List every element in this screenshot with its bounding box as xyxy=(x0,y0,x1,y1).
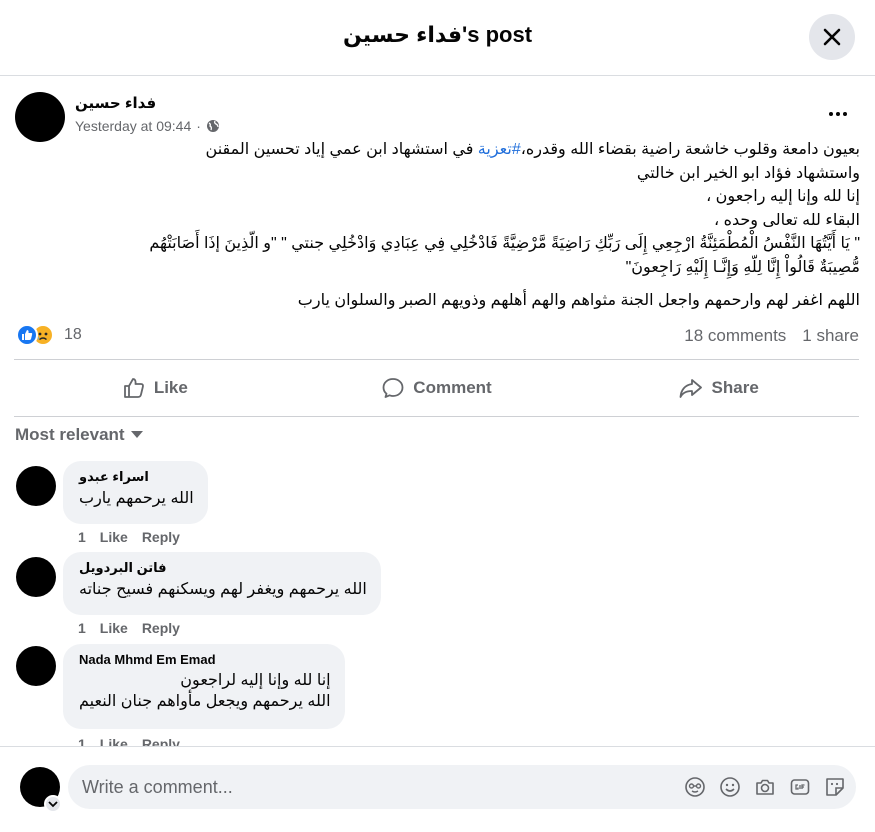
commenter-avatar[interactable] xyxy=(16,557,56,597)
comment-reply-button[interactable]: Reply xyxy=(142,736,180,746)
like-button[interactable]: Like xyxy=(14,360,296,416)
commenter-avatar[interactable] xyxy=(16,646,56,686)
post-line-6: مُّصِيبَةٌ قَالُواْ إِنَّا لِلّهِ وَإِنَ… xyxy=(625,258,860,276)
sticker-button[interactable] xyxy=(823,775,846,798)
close-icon xyxy=(823,28,841,46)
comment-bubble: فاتن البردويل الله يرحمهم ويغفر لهم ويسك… xyxy=(63,552,381,615)
post-text-segment: بعيون دامعة وقلوب خاشعة راضية بقضاء الله… xyxy=(520,141,860,158)
comment-composer xyxy=(0,746,875,832)
comment-time[interactable]: 1 xyxy=(78,529,86,545)
composer-tools xyxy=(683,775,846,798)
share-button[interactable]: Share xyxy=(577,360,859,416)
commenter-name[interactable]: Nada Mhmd Em Emad xyxy=(79,652,331,667)
post-line-7: اللهم اغفر لهم وارحمهم واجعل الجنة مثواه… xyxy=(297,292,860,309)
sticker-icon xyxy=(825,777,844,796)
post-line-2: واستشهاد فؤاد ابو الخير ابن خالتي xyxy=(636,164,860,182)
globe-icon xyxy=(206,120,219,132)
avatar-icon xyxy=(684,776,705,797)
author-avatar[interactable] xyxy=(15,92,65,142)
commenter-avatar[interactable] xyxy=(16,466,56,506)
comment-actions: 1 Like Reply xyxy=(78,529,180,545)
page-title: فداء حسين's post xyxy=(342,22,533,47)
post-line-4: البقاء لله تعالى وحده ، xyxy=(714,211,860,229)
emoji-button[interactable] xyxy=(718,775,741,798)
post-meta: Yesterday at 09:44 · xyxy=(75,118,220,134)
comment-label: Comment xyxy=(413,378,492,397)
post-line-1: بعيون دامعة وقلوب خاشعة راضية بقضاء الله… xyxy=(14,138,860,162)
comments-count[interactable]: 18 comments xyxy=(684,326,786,346)
thumbs-up-icon xyxy=(123,378,144,398)
dialog-header: فداء حسين's post xyxy=(0,0,875,76)
sort-label: Most relevant xyxy=(15,425,125,444)
post-body: بعيون دامعة وقلوب خاشعة راضية بقضاء الله… xyxy=(14,138,860,313)
like-label: Like xyxy=(153,378,188,397)
comment-time[interactable]: 1 xyxy=(78,736,86,746)
comment-like-button[interactable]: Like xyxy=(100,620,128,636)
comment-reply-button[interactable]: Reply xyxy=(142,620,180,636)
post-action-bar: Like Comment Share xyxy=(14,359,859,417)
post-line-3: إنا لله وإنا إليه راجعون ، xyxy=(706,188,860,205)
post-author[interactable]: فداء حسين xyxy=(75,94,156,112)
post-time[interactable]: Yesterday at 09:44 xyxy=(75,118,191,134)
comment-input-container xyxy=(68,765,856,809)
more-icon xyxy=(829,112,847,116)
comment-sort-dropdown[interactable]: Most relevant xyxy=(15,425,143,445)
share-label: Share xyxy=(711,378,759,397)
emoji-icon xyxy=(719,776,740,797)
post-line-5: " يَا أَيَّتُهَا النَّفْسُ الْمُطْمَئِنَ… xyxy=(149,235,860,252)
close-button[interactable] xyxy=(809,14,855,60)
profile-switch-button[interactable] xyxy=(44,795,62,813)
caret-down-icon xyxy=(130,431,143,438)
hashtag-link[interactable]: #تعزية xyxy=(478,141,521,158)
comment-button[interactable]: Comment xyxy=(296,360,578,416)
comment-text-line: إنا لله وإنا إليه لراجعون xyxy=(180,672,331,689)
comment-like-button[interactable]: Like xyxy=(100,529,128,545)
share-icon xyxy=(679,379,702,398)
comment-reply-button[interactable]: Reply xyxy=(142,529,180,545)
reaction-summary[interactable]: 18 xyxy=(16,324,82,346)
photo-button[interactable] xyxy=(753,775,776,798)
reaction-count: 18 xyxy=(64,326,82,343)
commenter-name[interactable]: اسراء عبدو xyxy=(79,469,194,485)
engagement-counts: 18 comments 1 share xyxy=(684,326,859,346)
comment-icon xyxy=(382,378,404,398)
comment-text: الله يرحمهم ويغفر لهم ويسكنهم فسيح جناته xyxy=(79,581,367,598)
gif-icon xyxy=(790,778,809,795)
post-text-segment: في استشهاد ابن عمي إياد تحسين المقنن xyxy=(205,141,474,158)
comment-actions: 1 Like Reply xyxy=(78,736,180,746)
meta-separator: · xyxy=(196,118,201,134)
post-scroll-area[interactable]: فداء حسين Yesterday at 09:44 · بعيون دام… xyxy=(0,76,875,746)
comment-text-line: الله يرحمهم ويجعل مأواهم جنان النعيم xyxy=(79,693,331,710)
comment-text: الله يرحمهم يارب xyxy=(79,490,194,507)
comment-like-button[interactable]: Like xyxy=(100,736,128,746)
comment-time[interactable]: 1 xyxy=(78,620,86,636)
camera-icon xyxy=(755,779,774,795)
chevron-down-icon xyxy=(48,800,58,807)
gif-button[interactable] xyxy=(788,775,811,798)
comment-actions: 1 Like Reply xyxy=(78,620,180,636)
shares-count[interactable]: 1 share xyxy=(802,326,859,346)
avatar-sticker-button[interactable] xyxy=(683,775,706,798)
like-reaction-icon xyxy=(16,324,38,346)
comment-bubble: Nada Mhmd Em Emad إنا لله وإنا إليه لراج… xyxy=(63,644,345,729)
more-options-button[interactable] xyxy=(820,104,856,124)
comment-bubble: اسراء عبدو الله يرحمهم يارب xyxy=(63,461,208,524)
commenter-name[interactable]: فاتن البردويل xyxy=(79,560,367,576)
comment-input[interactable] xyxy=(82,765,642,809)
